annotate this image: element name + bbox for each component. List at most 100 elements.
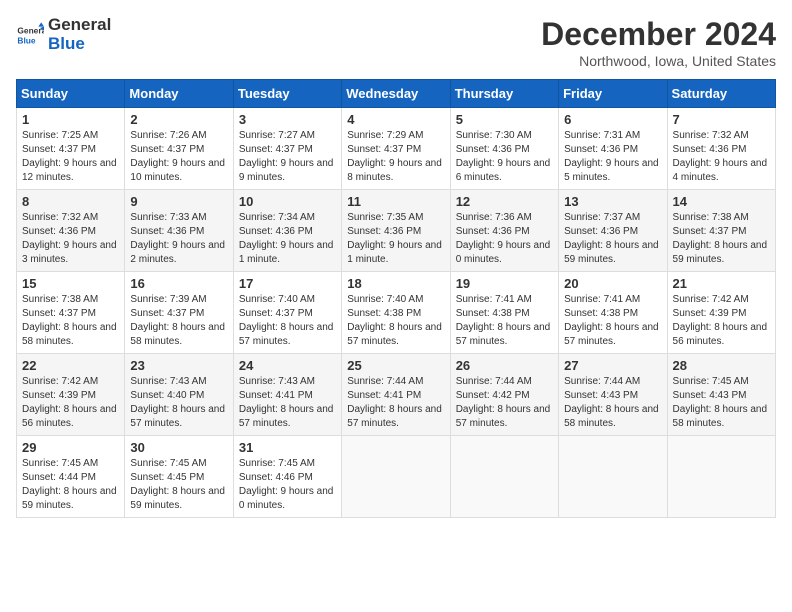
day-number: 12 xyxy=(456,194,553,209)
calendar-cell: 5 Sunrise: 7:30 AM Sunset: 4:36 PM Dayli… xyxy=(450,108,558,190)
logo-blue-text: Blue xyxy=(48,34,85,53)
day-number: 10 xyxy=(239,194,336,209)
day-detail: Sunrise: 7:42 AM Sunset: 4:39 PM Dayligh… xyxy=(22,375,119,431)
day-detail: Sunrise: 7:33 AM Sunset: 4:36 PM Dayligh… xyxy=(130,211,227,267)
svg-text:General: General xyxy=(17,25,44,35)
day-number: 17 xyxy=(239,276,336,291)
day-detail: Sunrise: 7:42 AM Sunset: 4:39 PM Dayligh… xyxy=(673,293,770,349)
day-number: 31 xyxy=(239,440,336,455)
calendar-cell: 17 Sunrise: 7:40 AM Sunset: 4:37 PM Dayl… xyxy=(233,272,341,354)
day-detail: Sunrise: 7:38 AM Sunset: 4:37 PM Dayligh… xyxy=(22,293,119,349)
title-area: December 2024 Northwood, Iowa, United St… xyxy=(541,16,776,69)
calendar-cell: 22 Sunrise: 7:42 AM Sunset: 4:39 PM Dayl… xyxy=(17,354,125,436)
calendar-week-5: 29 Sunrise: 7:45 AM Sunset: 4:44 PM Dayl… xyxy=(17,436,776,518)
subtitle: Northwood, Iowa, United States xyxy=(541,53,776,69)
day-number: 2 xyxy=(130,112,227,127)
svg-text:Blue: Blue xyxy=(17,35,35,45)
logo: General Blue General Blue xyxy=(16,16,111,53)
calendar-cell: 3 Sunrise: 7:27 AM Sunset: 4:37 PM Dayli… xyxy=(233,108,341,190)
day-detail: Sunrise: 7:25 AM Sunset: 4:37 PM Dayligh… xyxy=(22,129,119,185)
day-number: 5 xyxy=(456,112,553,127)
day-number: 13 xyxy=(564,194,661,209)
calendar-cell: 13 Sunrise: 7:37 AM Sunset: 4:36 PM Dayl… xyxy=(559,190,667,272)
day-detail: Sunrise: 7:44 AM Sunset: 4:43 PM Dayligh… xyxy=(564,375,661,431)
calendar-cell: 27 Sunrise: 7:44 AM Sunset: 4:43 PM Dayl… xyxy=(559,354,667,436)
day-header-wednesday: Wednesday xyxy=(342,80,450,108)
day-detail: Sunrise: 7:45 AM Sunset: 4:43 PM Dayligh… xyxy=(673,375,770,431)
calendar-cell: 12 Sunrise: 7:36 AM Sunset: 4:36 PM Dayl… xyxy=(450,190,558,272)
day-number: 20 xyxy=(564,276,661,291)
calendar-cell: 4 Sunrise: 7:29 AM Sunset: 4:37 PM Dayli… xyxy=(342,108,450,190)
day-detail: Sunrise: 7:35 AM Sunset: 4:36 PM Dayligh… xyxy=(347,211,444,267)
calendar-cell: 30 Sunrise: 7:45 AM Sunset: 4:45 PM Dayl… xyxy=(125,436,233,518)
day-number: 27 xyxy=(564,358,661,373)
day-detail: Sunrise: 7:29 AM Sunset: 4:37 PM Dayligh… xyxy=(347,129,444,185)
calendar-cell: 10 Sunrise: 7:34 AM Sunset: 4:36 PM Dayl… xyxy=(233,190,341,272)
day-detail: Sunrise: 7:39 AM Sunset: 4:37 PM Dayligh… xyxy=(130,293,227,349)
calendar-cell xyxy=(559,436,667,518)
day-detail: Sunrise: 7:30 AM Sunset: 4:36 PM Dayligh… xyxy=(456,129,553,185)
day-detail: Sunrise: 7:45 AM Sunset: 4:44 PM Dayligh… xyxy=(22,457,119,513)
day-detail: Sunrise: 7:45 AM Sunset: 4:45 PM Dayligh… xyxy=(130,457,227,513)
calendar-cell: 24 Sunrise: 7:43 AM Sunset: 4:41 PM Dayl… xyxy=(233,354,341,436)
day-number: 29 xyxy=(22,440,119,455)
day-detail: Sunrise: 7:40 AM Sunset: 4:37 PM Dayligh… xyxy=(239,293,336,349)
day-detail: Sunrise: 7:43 AM Sunset: 4:40 PM Dayligh… xyxy=(130,375,227,431)
calendar-cell: 16 Sunrise: 7:39 AM Sunset: 4:37 PM Dayl… xyxy=(125,272,233,354)
calendar-cell: 18 Sunrise: 7:40 AM Sunset: 4:38 PM Dayl… xyxy=(342,272,450,354)
day-number: 6 xyxy=(564,112,661,127)
day-detail: Sunrise: 7:34 AM Sunset: 4:36 PM Dayligh… xyxy=(239,211,336,267)
day-number: 4 xyxy=(347,112,444,127)
calendar-cell: 31 Sunrise: 7:45 AM Sunset: 4:46 PM Dayl… xyxy=(233,436,341,518)
calendar-week-1: 1 Sunrise: 7:25 AM Sunset: 4:37 PM Dayli… xyxy=(17,108,776,190)
day-number: 19 xyxy=(456,276,553,291)
calendar-cell: 25 Sunrise: 7:44 AM Sunset: 4:41 PM Dayl… xyxy=(342,354,450,436)
day-detail: Sunrise: 7:31 AM Sunset: 4:36 PM Dayligh… xyxy=(564,129,661,185)
calendar-cell: 7 Sunrise: 7:32 AM Sunset: 4:36 PM Dayli… xyxy=(667,108,775,190)
day-detail: Sunrise: 7:45 AM Sunset: 4:46 PM Dayligh… xyxy=(239,457,336,513)
main-title: December 2024 xyxy=(541,16,776,53)
calendar-cell: 19 Sunrise: 7:41 AM Sunset: 4:38 PM Dayl… xyxy=(450,272,558,354)
calendar: SundayMondayTuesdayWednesdayThursdayFrid… xyxy=(16,79,776,518)
day-detail: Sunrise: 7:41 AM Sunset: 4:38 PM Dayligh… xyxy=(564,293,661,349)
calendar-cell: 23 Sunrise: 7:43 AM Sunset: 4:40 PM Dayl… xyxy=(125,354,233,436)
calendar-week-4: 22 Sunrise: 7:42 AM Sunset: 4:39 PM Dayl… xyxy=(17,354,776,436)
day-number: 24 xyxy=(239,358,336,373)
day-header-sunday: Sunday xyxy=(17,80,125,108)
header: General Blue General Blue December 2024 … xyxy=(16,16,776,69)
calendar-cell xyxy=(667,436,775,518)
calendar-cell: 8 Sunrise: 7:32 AM Sunset: 4:36 PM Dayli… xyxy=(17,190,125,272)
calendar-cell: 9 Sunrise: 7:33 AM Sunset: 4:36 PM Dayli… xyxy=(125,190,233,272)
calendar-week-2: 8 Sunrise: 7:32 AM Sunset: 4:36 PM Dayli… xyxy=(17,190,776,272)
day-number: 1 xyxy=(22,112,119,127)
day-number: 11 xyxy=(347,194,444,209)
day-number: 3 xyxy=(239,112,336,127)
day-number: 25 xyxy=(347,358,444,373)
calendar-cell: 15 Sunrise: 7:38 AM Sunset: 4:37 PM Dayl… xyxy=(17,272,125,354)
day-detail: Sunrise: 7:26 AM Sunset: 4:37 PM Dayligh… xyxy=(130,129,227,185)
logo-general-text: General xyxy=(48,15,111,34)
day-detail: Sunrise: 7:43 AM Sunset: 4:41 PM Dayligh… xyxy=(239,375,336,431)
day-number: 18 xyxy=(347,276,444,291)
calendar-cell: 28 Sunrise: 7:45 AM Sunset: 4:43 PM Dayl… xyxy=(667,354,775,436)
calendar-header-row: SundayMondayTuesdayWednesdayThursdayFrid… xyxy=(17,80,776,108)
day-number: 23 xyxy=(130,358,227,373)
calendar-cell: 26 Sunrise: 7:44 AM Sunset: 4:42 PM Dayl… xyxy=(450,354,558,436)
day-header-tuesday: Tuesday xyxy=(233,80,341,108)
calendar-cell: 21 Sunrise: 7:42 AM Sunset: 4:39 PM Dayl… xyxy=(667,272,775,354)
day-header-friday: Friday xyxy=(559,80,667,108)
day-header-monday: Monday xyxy=(125,80,233,108)
calendar-cell: 29 Sunrise: 7:45 AM Sunset: 4:44 PM Dayl… xyxy=(17,436,125,518)
day-number: 7 xyxy=(673,112,770,127)
calendar-cell: 2 Sunrise: 7:26 AM Sunset: 4:37 PM Dayli… xyxy=(125,108,233,190)
logo-icon: General Blue xyxy=(16,21,44,49)
calendar-cell: 20 Sunrise: 7:41 AM Sunset: 4:38 PM Dayl… xyxy=(559,272,667,354)
day-number: 15 xyxy=(22,276,119,291)
day-number: 26 xyxy=(456,358,553,373)
day-number: 21 xyxy=(673,276,770,291)
day-detail: Sunrise: 7:36 AM Sunset: 4:36 PM Dayligh… xyxy=(456,211,553,267)
day-number: 16 xyxy=(130,276,227,291)
day-number: 22 xyxy=(22,358,119,373)
calendar-week-3: 15 Sunrise: 7:38 AM Sunset: 4:37 PM Dayl… xyxy=(17,272,776,354)
day-header-saturday: Saturday xyxy=(667,80,775,108)
